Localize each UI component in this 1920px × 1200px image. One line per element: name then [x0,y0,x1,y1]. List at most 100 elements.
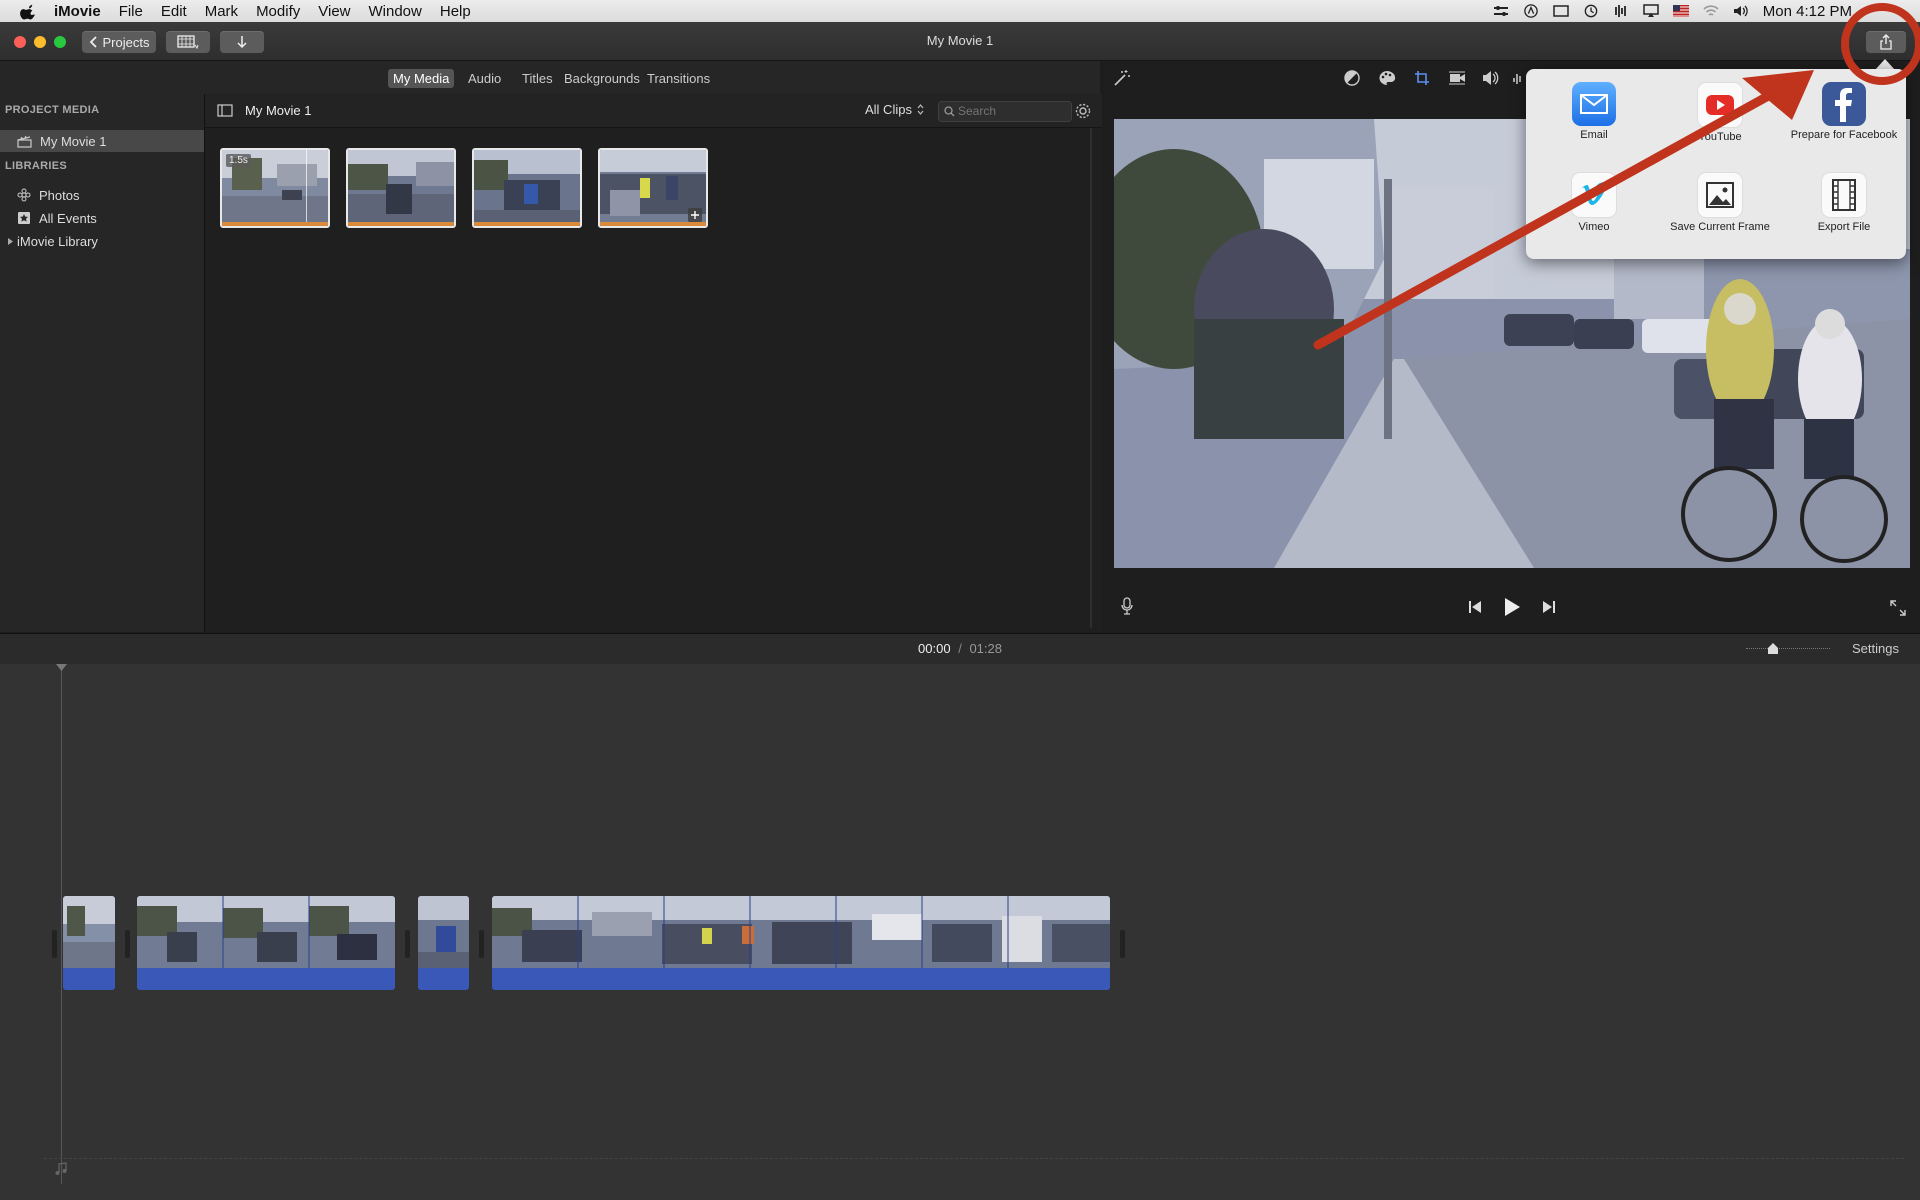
share-youtube[interactable]: YouTube [1665,82,1775,143]
search-input[interactable] [958,103,1066,119]
airplay-icon[interactable] [1643,4,1659,18]
sidebar-item-all-events[interactable]: All Events [0,207,204,229]
crop-icon[interactable] [1414,70,1430,86]
audio-levels-icon[interactable] [1613,4,1629,18]
clip-trim-handle[interactable] [125,930,130,958]
sidebar-item-imovie-library[interactable]: iMovie Library [0,230,204,252]
apple-menu-icon[interactable] [20,2,38,20]
search-field[interactable] [938,101,1072,122]
timeline-clip[interactable] [492,896,1110,990]
menu-app-name[interactable]: iMovie [54,3,101,20]
clip-thumbnail[interactable] [472,148,582,228]
wifi-icon[interactable] [1703,4,1719,18]
clip-audio-waveform [492,968,1110,990]
volume-icon[interactable] [1482,70,1500,86]
clip-audio-waveform [418,968,469,990]
clip-skimmer [306,150,307,226]
share-export-file[interactable]: Export File [1789,172,1899,233]
playhead-marker[interactable] [56,664,67,672]
clip-filter-select[interactable]: All Clips [865,102,924,117]
menu-file[interactable]: File [119,3,143,20]
music-track-area[interactable] [44,1158,1904,1160]
zoom-slider-track[interactable] [1746,648,1830,650]
share-email[interactable]: Email [1539,82,1649,141]
share-popover: Email YouTube Prepare for Facebook Vimeo… [1526,69,1906,259]
control-strip-icon[interactable] [1493,4,1509,18]
timeline-clip[interactable] [63,896,115,990]
share-button[interactable] [1866,31,1906,53]
color-balance-icon[interactable] [1344,70,1360,86]
volume-icon[interactable] [1733,4,1749,18]
clip-thumbnail[interactable] [598,148,708,228]
magic-wand-icon[interactable] [1112,69,1132,87]
tab-my-media[interactable]: My Media [388,69,455,88]
clip-used-bar [348,222,454,226]
menu-view[interactable]: View [318,3,350,20]
stabilization-camera-icon[interactable] [1448,70,1466,86]
menu-modify[interactable]: Modify [256,3,300,20]
clip-trim-handle[interactable] [52,930,57,958]
accessibility-icon[interactable] [1523,4,1539,18]
share-vimeo[interactable]: Vimeo [1539,172,1649,233]
browser-scrollbar[interactable] [1090,128,1092,628]
share-facebook[interactable]: Prepare for Facebook [1789,82,1899,141]
menu-mark[interactable]: Mark [205,3,238,20]
clip-trim-handle[interactable] [479,930,484,958]
color-palette-icon[interactable] [1378,70,1396,86]
share-save-frame[interactable]: Save Current Frame [1665,172,1775,233]
zoom-slider-thumb[interactable] [1767,642,1779,655]
sidebar-item-label: My Movie 1 [40,133,107,149]
playhead[interactable] [61,664,62,1184]
gear-icon[interactable] [1074,102,1092,120]
display-icon[interactable] [1553,4,1569,18]
noise-reduction-icon[interactable] [1512,70,1524,86]
tab-titles[interactable]: Titles [517,69,558,88]
clip-filmstrip [63,896,115,968]
media-tabs-bar: My Media Audio Titles Backgrounds Transi… [0,61,1100,94]
clip-trim-handle[interactable] [405,930,410,958]
share-item-label: Prepare for Facebook [1790,129,1898,141]
clip-filmstrip [137,896,395,968]
disclosure-triangle-icon[interactable] [7,237,14,246]
skip-forward-icon[interactable] [1542,600,1556,614]
toggle-sidebar-icon[interactable] [217,104,233,117]
current-time: 00:00 [918,641,951,656]
clip-used-bar [222,222,328,226]
add-to-project-icon[interactable] [688,208,702,222]
microphone-icon[interactable] [1121,597,1133,615]
time-machine-icon[interactable] [1583,4,1599,18]
film-file-icon [1821,172,1867,218]
tab-transitions[interactable]: Transitions [642,69,715,88]
skip-back-icon[interactable] [1468,600,1482,614]
clip-thumbnail[interactable]: 1.5s [220,148,330,228]
clip-image [474,150,580,226]
clip-duration-badge: 1.5s [226,154,251,167]
fullscreen-icon[interactable] [1890,600,1906,616]
sidebar-item-my-movie[interactable]: My Movie 1 [0,130,204,152]
timeline-clip[interactable] [418,896,469,990]
menu-edit[interactable]: Edit [161,3,187,20]
menu-bar: iMovie File Edit Mark Modify View Window… [0,0,1920,23]
clip-audio-waveform [63,968,115,990]
sidebar-item-photos[interactable]: Photos [0,184,204,206]
input-source-flag-icon[interactable] [1672,4,1689,18]
window-title: My Movie 1 [926,33,994,48]
time-separator: / [958,641,962,656]
timeline-clip[interactable] [137,896,395,990]
clip-trim-handle[interactable] [1120,930,1125,958]
tab-audio[interactable]: Audio [463,69,506,88]
clip-used-bar [474,222,580,226]
menu-window[interactable]: Window [369,3,422,20]
project-media-header: PROJECT MEDIA [5,104,100,116]
menu-clock[interactable]: Mon 4:12 PM [1763,3,1852,20]
share-item-label: Vimeo [1578,221,1610,233]
sidebar-item-label: iMovie Library [17,233,98,249]
photos-icon [17,188,31,202]
share-item-label: YouTube [1698,131,1742,143]
play-icon[interactable] [1503,597,1521,617]
clip-thumbnail[interactable] [346,148,456,228]
timeline-settings-button[interactable]: Settings [1852,641,1899,656]
clip-filter-value: All Clips [865,102,912,117]
tab-backgrounds[interactable]: Backgrounds [559,69,645,88]
menu-help[interactable]: Help [440,3,471,20]
